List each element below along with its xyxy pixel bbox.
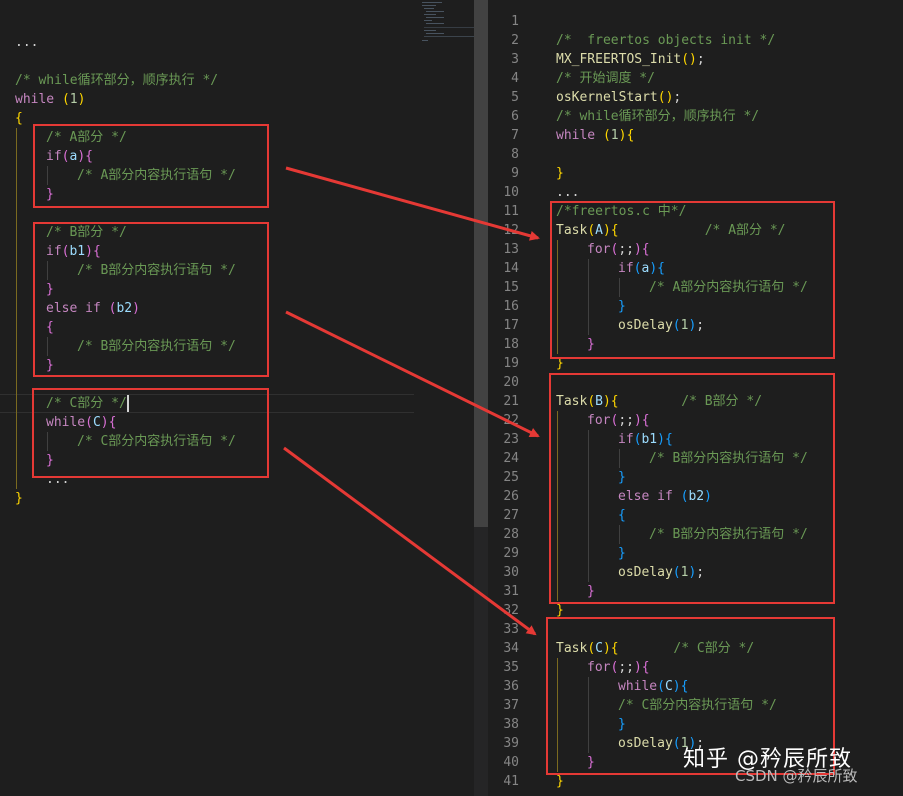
line-number: 18 — [503, 337, 519, 352]
line-number: 21 — [503, 394, 519, 409]
line-number: 10 — [503, 185, 519, 200]
code-line[interactable]: { — [15, 109, 23, 128]
line-number: 14 — [503, 261, 519, 276]
code-line[interactable]: /* while循环部分，顺序执行 */ — [15, 71, 218, 90]
line-number: 22 — [503, 413, 519, 428]
line-number: 2 — [511, 33, 519, 48]
line-number: 1 — [511, 14, 519, 29]
line-number: 7 — [511, 128, 519, 143]
line-number: 24 — [503, 451, 519, 466]
code-token: ( — [61, 92, 70, 107]
code-token: /* 开始调度 */ — [556, 71, 655, 86]
line-number: 19 — [503, 356, 519, 371]
line-number: 5 — [511, 90, 519, 105]
line-number: 36 — [503, 679, 519, 694]
line-number: 31 — [503, 584, 519, 599]
code-token: while — [15, 92, 55, 107]
line-number: 13 — [503, 242, 519, 257]
code-token: 1 — [69, 92, 78, 107]
line-number: 20 — [503, 375, 519, 390]
line-number: 11 — [503, 204, 519, 219]
line-number: 28 — [503, 527, 519, 542]
code-token: ( — [602, 128, 611, 143]
line-number: 9 — [511, 166, 519, 181]
code-line[interactable]: } — [556, 164, 564, 183]
highlight-box-left-c — [32, 388, 269, 478]
line-number: 39 — [503, 736, 519, 751]
code-line[interactable]: while (1) — [15, 90, 85, 109]
code-token: ) — [77, 92, 86, 107]
line-number: 8 — [511, 147, 519, 162]
code-line[interactable]: osKernelStart(); — [556, 88, 681, 107]
line-number: 29 — [503, 546, 519, 561]
highlight-box-task-b — [549, 373, 835, 604]
vertical-scrollbar[interactable] — [474, 0, 488, 796]
code-token: } — [15, 491, 23, 506]
code-line[interactable]: /* 开始调度 */ — [556, 69, 655, 88]
line-number: 32 — [503, 603, 519, 618]
line-number: 35 — [503, 660, 519, 675]
code-token: ; — [673, 90, 682, 105]
code-token: () — [657, 90, 674, 105]
code-token: while — [556, 128, 596, 143]
line-number: 38 — [503, 717, 519, 732]
indent-guide — [16, 128, 17, 489]
line-number: 41 — [503, 774, 519, 789]
code-token: ... — [556, 185, 580, 200]
line-number: 25 — [503, 470, 519, 485]
line-number: 3 — [511, 52, 519, 67]
code-token: ... — [15, 35, 39, 50]
watermark-csdn: CSDN @矜辰所致 — [735, 767, 858, 785]
line-number: 12 — [503, 223, 519, 238]
line-number: 16 — [503, 299, 519, 314]
scrollbar-thumb[interactable] — [474, 0, 488, 527]
highlight-box-left-b — [33, 222, 269, 377]
code-token: /* while循环部分，顺序执行 */ — [15, 73, 219, 88]
code-token: MX_FREERTOS_Init — [556, 52, 682, 67]
code-token: } — [556, 774, 564, 789]
code-token: /* freertos objects init */ — [556, 33, 776, 48]
code-token: () — [681, 52, 697, 67]
code-token: osKernelStart — [556, 90, 658, 105]
code-token: ; — [696, 52, 705, 67]
code-token: /* while循环部分，顺序执行 */ — [556, 109, 760, 124]
highlight-box-left-a — [33, 124, 269, 208]
code-token: } — [556, 166, 564, 181]
line-number: 40 — [503, 755, 519, 770]
line-number: 15 — [503, 280, 519, 295]
code-token: { — [626, 128, 635, 143]
code-line[interactable]: ... — [556, 183, 579, 202]
line-number: 37 — [503, 698, 519, 713]
minimap[interactable] — [418, 0, 476, 50]
code-line[interactable]: } — [15, 489, 23, 508]
line-number: 6 — [511, 109, 519, 124]
line-number: 34 — [503, 641, 519, 656]
line-number: 23 — [503, 432, 519, 447]
line-number: 27 — [503, 508, 519, 523]
line-number: 26 — [503, 489, 519, 504]
code-token: { — [15, 111, 23, 126]
code-line[interactable]: /* freertos objects init */ — [556, 31, 775, 50]
code-token: } — [556, 603, 564, 618]
line-number: 30 — [503, 565, 519, 580]
code-line[interactable]: MX_FREERTOS_Init(); — [556, 50, 705, 69]
line-number: 33 — [503, 622, 519, 637]
code-token: 1 — [610, 128, 619, 143]
code-line[interactable]: /* while循环部分，顺序执行 */ — [556, 107, 759, 126]
highlight-box-task-a — [550, 201, 835, 359]
code-line[interactable]: ... — [15, 33, 38, 52]
code-line[interactable]: while (1){ — [556, 126, 634, 145]
line-number: 17 — [503, 318, 519, 333]
line-number: 4 — [511, 71, 519, 86]
